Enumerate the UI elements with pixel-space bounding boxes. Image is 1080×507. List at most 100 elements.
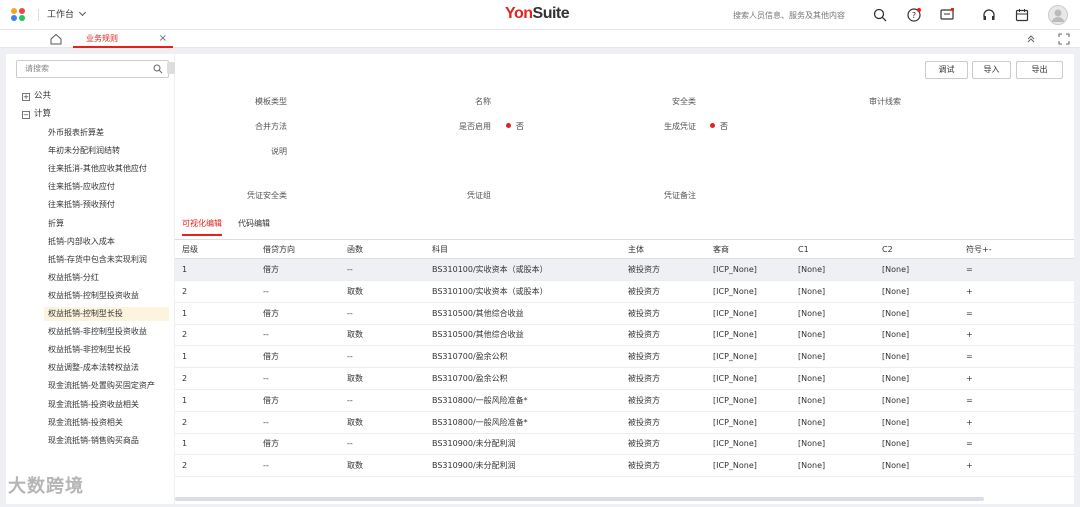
export-button[interactable]: 导出 <box>1016 61 1063 79</box>
table-row[interactable]: 2 -- 取数 BS310900/未分配利润 被投资方 [ICP_None] [None] [… <box>175 455 1074 478</box>
table-row[interactable]: 2 -- 取数 BS310800/一般风险准备* 被投资方 [ICP_None] [None… <box>175 412 1074 434</box>
collapse-icon[interactable]: − <box>22 111 30 119</box>
tab-business-rules[interactable]: 业务规则 × <box>73 30 173 48</box>
table-cell: 2 <box>182 330 188 340</box>
column-header[interactable]: 主体 <box>628 240 644 260</box>
home-icon[interactable] <box>44 32 68 46</box>
table-cell: [None] <box>882 461 910 471</box>
workbench-menu[interactable]: 工作台 <box>38 8 87 21</box>
watermark: 大数跨境 <box>8 476 84 497</box>
table-cell: 被投资方 <box>628 417 660 427</box>
global-search-input[interactable] <box>733 8 863 24</box>
sidebar-collapse-handle[interactable] <box>167 62 175 74</box>
sidebar-item[interactable]: 现金流抵销-投资相关 <box>44 416 169 430</box>
tree-node-public[interactable]: + 公共 <box>22 90 51 102</box>
table-row[interactable]: 1 借方 -- BS310500/其他综合收益 被投资方 [ICP_None] [None]… <box>175 303 1074 325</box>
column-header[interactable]: 科目 <box>432 240 448 260</box>
debug-button[interactable]: 调试 <box>925 61 968 79</box>
table-cell: -- <box>263 286 269 296</box>
tab-code-edit[interactable]: 代码编辑 <box>238 214 270 236</box>
sidebar-item[interactable]: 权益抵销-控制型长投 <box>44 307 169 321</box>
expand-icon[interactable]: + <box>22 93 30 101</box>
tree-node-calc[interactable]: − 计算 <box>22 108 51 120</box>
sidebar-item[interactable]: 现金流抵销-投资收益相关 <box>44 398 169 412</box>
table-cell: 被投资方 <box>628 286 660 296</box>
status-dot-icon <box>506 123 511 128</box>
table-cell: [None] <box>798 439 826 449</box>
table-cell: 借方 <box>263 395 279 405</box>
table-row[interactable]: 2 -- 取数 BS310500/其他综合收益 被投资方 [ICP_None] [None]… <box>175 324 1074 347</box>
import-button[interactable]: 导入 <box>972 61 1011 79</box>
close-icon[interactable]: × <box>159 30 167 47</box>
table-cell: -- <box>263 417 269 427</box>
sidebar-item[interactable]: 现金流抵销-销售购买商品 <box>44 434 169 448</box>
table-cell: 1 <box>182 439 188 449</box>
sidebar-item[interactable]: 权益调整-成本法转权益法 <box>44 361 169 375</box>
table-cell: = <box>966 308 973 318</box>
table-cell: [None] <box>882 330 910 340</box>
column-header[interactable]: 函数 <box>347 240 363 260</box>
table-cell: 被投资方 <box>628 374 660 383</box>
table-cell: 2 <box>182 374 188 383</box>
table-row[interactable]: 1 借方 -- BS310800/一般风险准备* 被投资方 [ICP_None] [None… <box>175 390 1074 412</box>
sidebar-item[interactable]: 外币报表折算差 <box>44 126 169 140</box>
avatar[interactable] <box>1048 5 1068 25</box>
search-icon[interactable] <box>873 8 887 22</box>
sidebar-item[interactable]: 往来抵消-其他应收其他应付 <box>44 162 169 176</box>
sidebar-item[interactable]: 权益抵销-控制型投资收益 <box>44 289 169 303</box>
column-header[interactable]: C1 <box>798 240 809 260</box>
fullscreen-icon[interactable] <box>1058 33 1070 45</box>
message-icon[interactable] <box>940 8 954 22</box>
tree-search-input[interactable]: 请搜索 <box>16 60 169 78</box>
column-header[interactable]: 层级 <box>182 240 198 260</box>
sidebar-item[interactable]: 年初未分配利润结转 <box>44 144 169 158</box>
table-cell: [None] <box>882 352 910 362</box>
sidebar-item[interactable]: 权益抵销-分红 <box>44 271 169 285</box>
table-row[interactable]: 1 借方 -- BS310100/实收资本（或股本） 被投资方 [ICP_None] [No… <box>175 259 1074 281</box>
column-header[interactable]: 符号+- <box>966 240 992 260</box>
chevron-up-icon[interactable] <box>1025 33 1037 45</box>
help-icon[interactable]: ? <box>907 8 921 22</box>
table-row[interactable]: 1 借方 -- BS310700/盈余公积 被投资方 [ICP_None] [None] [N… <box>175 346 1074 369</box>
calendar-icon[interactable] <box>1015 8 1029 22</box>
headset-icon[interactable] <box>982 8 996 22</box>
column-header[interactable]: 客商 <box>713 240 729 260</box>
table-cell: [None] <box>882 374 910 383</box>
table-cell: BS310800/一般风险准备* <box>432 395 528 405</box>
column-header[interactable]: 借贷方向 <box>263 240 295 260</box>
table-cell: BS310100/实收资本（或股本） <box>432 265 548 274</box>
horizontal-scrollbar[interactable] <box>175 497 984 501</box>
tab-label: 业务规则 <box>86 34 118 43</box>
table-row[interactable]: 2 -- 取数 BS310100/实收资本（或股本） 被投资方 [ICP_None] [No… <box>175 281 1074 303</box>
table-cell: [None] <box>882 286 910 296</box>
table-row[interactable]: 2 -- 取数 BS310700/盈余公积 被投资方 [ICP_None] [None] [N… <box>175 368 1074 390</box>
table-cell: 1 <box>182 395 188 405</box>
table-cell: 被投资方 <box>628 439 660 449</box>
sidebar-item[interactable]: 抵销-存货中包含未实现利润 <box>44 253 169 267</box>
table-cell: BS310900/未分配利润 <box>432 461 516 471</box>
table-cell: 被投资方 <box>628 395 660 405</box>
table-cell: [ICP_None] <box>713 352 757 362</box>
sidebar-item[interactable]: 抵销-内部收入成本 <box>44 235 169 249</box>
table-cell: [None] <box>798 461 826 471</box>
rule-tree-sidebar: 请搜索 + 公共 − 计算 外币报表折算差 年初未分配利润结转 往来抵消-其他应收其他应… <box>6 54 174 504</box>
sidebar-item[interactable]: 往来抵销-预收预付 <box>44 198 169 212</box>
table-cell: [ICP_None] <box>713 330 757 340</box>
top-bar: 工作台 YonSuite ? <box>0 0 1080 30</box>
sidebar-item[interactable]: 权益抵销-非控制型长投 <box>44 343 169 357</box>
table-cell: -- <box>347 352 353 362</box>
tab-bar: 业务规则 × <box>0 30 1080 48</box>
app-logo-icon[interactable] <box>11 8 27 22</box>
sidebar-item[interactable]: 现金流抵销-处置购买固定资产 <box>44 379 169 393</box>
search-icon[interactable] <box>153 64 163 74</box>
sidebar-item[interactable]: 往来抵销-应收应付 <box>44 180 169 194</box>
sidebar-item[interactable]: 折算 <box>44 217 169 231</box>
table-cell: [ICP_None] <box>713 286 757 296</box>
table-row[interactable]: 1 借方 -- BS310900/未分配利润 被投资方 [ICP_None] [None] [… <box>175 433 1074 456</box>
table-cell: 被投资方 <box>628 265 660 274</box>
sidebar-item[interactable]: 权益抵销-非控制型投资收益 <box>44 325 169 339</box>
enabled-label: 是否启用 <box>459 122 491 131</box>
column-header[interactable]: C2 <box>882 240 893 260</box>
tab-visual-edit[interactable]: 可视化编辑 <box>182 214 222 236</box>
table-cell: 取数 <box>347 374 363 383</box>
